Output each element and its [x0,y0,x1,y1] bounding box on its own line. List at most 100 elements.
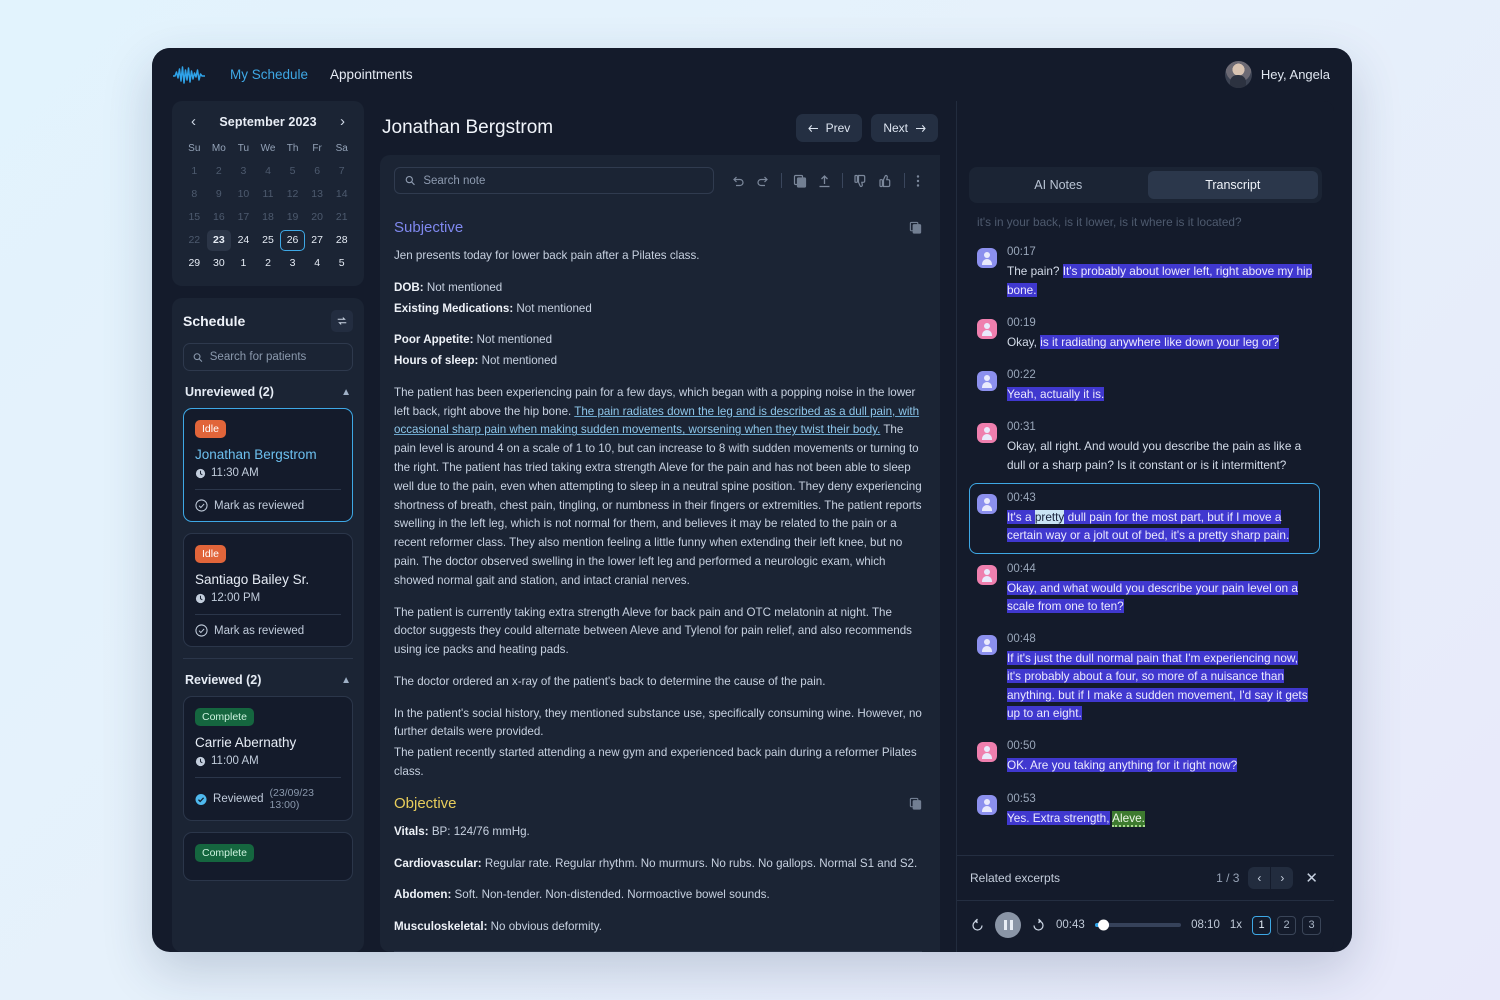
calendar-day[interactable]: 27 [305,230,330,251]
mark-as-reviewed-button[interactable]: Mark as reviewed [195,499,341,512]
calendar-day[interactable]: 5 [329,253,354,274]
calendar-day[interactable]: 21 [329,207,354,228]
transcript-message[interactable]: 00:17 The pain? It's probably about lower… [969,237,1320,308]
transcript-scroll[interactable]: it's in your back, is it lower, is it wh… [957,213,1334,855]
calendar-day[interactable]: 20 [305,207,330,228]
thumbs-down-icon[interactable] [854,174,868,188]
calendar-day[interactable]: 10 [231,184,256,205]
appointment-card[interactable]: Complete Carrie Abernathy 11:00 AM Reviewed… [183,696,353,821]
calendar-day[interactable]: 8 [182,184,207,205]
calendar-day[interactable]: 19 [280,207,305,228]
forward-15-icon[interactable] [1031,918,1046,933]
calendar-day[interactable]: 2 [207,161,232,182]
patient-search[interactable] [183,343,353,371]
playback-speed-label[interactable]: 1x [1230,919,1242,931]
rewind-15-icon[interactable] [970,918,985,933]
calendar-day[interactable]: 18 [256,207,281,228]
calendar-day[interactable]: 9 [207,184,232,205]
transcript-message[interactable]: 00:43 It's a pretty dull pain for the mos… [969,482,1320,554]
export-icon[interactable] [818,174,831,188]
transcript-message[interactable]: 00:53 Yes. Extra strength, Aleve. [969,784,1320,836]
user-menu[interactable]: Hey, Angela [1224,61,1330,88]
appointment-group-header[interactable]: Unreviewed (2) ▲ [183,383,353,408]
nav-item-appointments[interactable]: Appointments [330,67,413,82]
speed-option[interactable]: 1 [1252,915,1271,935]
note-search[interactable] [394,167,714,194]
search-input[interactable] [209,351,343,363]
calendar-day[interactable]: 4 [256,161,281,182]
calendar-day[interactable]: 1 [182,161,207,182]
mark-as-reviewed-label: Mark as reviewed [214,624,305,637]
chevron-up-icon[interactable]: ▲ [341,387,351,398]
calendar-day[interactable]: 25 [256,230,281,251]
calendar-day[interactable]: 12 [280,184,305,205]
calendar-day[interactable]: 17 [231,207,256,228]
transcript-message[interactable]: 00:31 Okay, all right. And would you desc… [969,412,1320,483]
calendar-day[interactable]: 16 [207,207,232,228]
appointment-card[interactable]: Complete [183,832,353,881]
close-icon[interactable]: ✕ [1302,869,1321,887]
nav-item-my-schedule[interactable]: My Schedule [230,67,308,82]
more-vertical-icon[interactable] [916,174,920,188]
chevron-up-icon[interactable]: ▲ [341,675,351,686]
progress-knob[interactable] [1097,919,1109,931]
transcript-message[interactable]: 00:19 Okay, is it radiating anywhere like… [969,308,1320,360]
subjective-paragraph-4: In the patient's social history, they me… [394,706,922,739]
speaker-avatar-icon [977,493,997,514]
transcript-message[interactable]: 00:50 OK. Are you taking anything for it … [969,731,1320,783]
redo-icon[interactable] [756,175,770,187]
calendar-day[interactable]: 3 [280,253,305,274]
calendar-day[interactable]: 7 [329,161,354,182]
appointment-card[interactable]: Idle Santiago Bailey Sr. 12:00 PM Mark as r… [183,533,353,647]
note-search-input[interactable] [423,174,703,187]
prev-button[interactable]: Prev [795,114,863,142]
calendar-day[interactable]: 30 [207,253,232,274]
appointment-card[interactable]: Idle Jonathan Bergstrom 11:30 AM Mark as re… [183,408,353,522]
calendar-day[interactable]: 24 [231,230,256,251]
transcript-message[interactable]: 00:48 If it's just the dull normal pain t… [969,624,1320,731]
calendar-day[interactable]: 15 [182,207,207,228]
calendar-day[interactable]: 13 [305,184,330,205]
calendar-day[interactable]: 5 [280,161,305,182]
message-timestamp: 00:48 [1007,633,1036,646]
waveform-logo-icon[interactable] [172,64,206,86]
undo-icon[interactable] [731,175,745,187]
calendar-day[interactable]: 4 [305,253,330,274]
calendar-day[interactable]: 26 [280,230,305,251]
speed-option[interactable]: 3 [1302,915,1321,935]
sync-icon[interactable] [331,310,353,332]
search-icon [405,175,415,186]
calendar-day[interactable]: 2 [256,253,281,274]
appointment-group-header[interactable]: Reviewed (2) ▲ [183,671,353,696]
thumbs-up-icon[interactable] [879,174,893,188]
pause-button[interactable] [995,912,1021,938]
message-timestamp: 00:53 [1007,792,1036,805]
progress-slider[interactable] [1094,919,1182,931]
status-badge: Complete [195,708,254,726]
calendar-day[interactable]: 6 [305,161,330,182]
chevron-left-icon[interactable]: ‹ [186,112,201,131]
calendar-day[interactable]: 23 [206,230,232,251]
copy-icon[interactable] [793,174,807,188]
calendar-day[interactable]: 1 [231,253,256,274]
transcript-message[interactable]: 00:44 Okay, and what would you describe y… [969,554,1320,625]
transcript-message[interactable]: 00:22 Yeah, actually it is. [969,360,1320,412]
calendar-day[interactable]: 14 [329,184,354,205]
excerpt-prev-button[interactable]: ‹ [1248,867,1270,889]
calendar-day[interactable]: 29 [182,253,207,274]
calendar-day[interactable]: 22 [182,230,207,251]
calendar-day[interactable]: 3 [231,161,256,182]
calendar-day[interactable]: 11 [256,184,281,205]
tab-transcript[interactable]: Transcript [1147,171,1318,199]
objective-row: Musculoskeletal: No obvious deformity. [394,918,922,937]
chevron-right-icon[interactable]: › [335,112,350,131]
tab-ai-notes[interactable]: AI Notes [973,171,1144,199]
speaker-avatar-icon [977,564,997,585]
copy-section-icon[interactable] [909,221,922,234]
excerpt-next-button[interactable]: › [1270,867,1293,889]
copy-section-icon[interactable] [909,797,922,810]
next-button[interactable]: Next [871,114,938,142]
speed-option[interactable]: 2 [1277,915,1296,935]
mark-as-reviewed-button[interactable]: Mark as reviewed [195,624,341,637]
calendar-day[interactable]: 28 [329,230,354,251]
